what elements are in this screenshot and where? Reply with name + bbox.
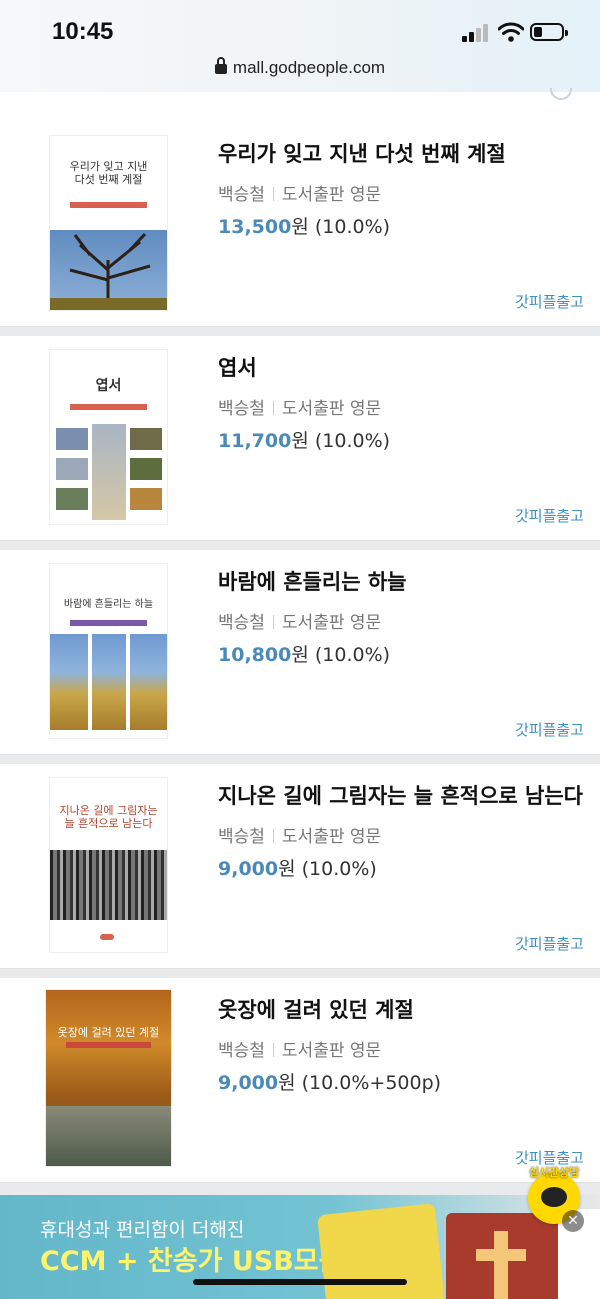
cover-title-text: 우리가 잊고 지낸 다섯 번째 계절 <box>69 160 148 186</box>
browser-top-bar: 10:45 mall.godpeople.com <box>0 0 600 93</box>
discount-rate: (10.0%) <box>301 858 377 880</box>
product-cover-image[interactable]: 지나온 길에 그림자는 늘 흔적으로 남는다 <box>50 778 167 952</box>
product-price: 13,500원 (10.0%) <box>218 212 390 239</box>
list-top-edge <box>0 88 600 123</box>
scroll-top-button-peek[interactable] <box>550 88 572 100</box>
product-meta: 백승철 도서출판 영문 <box>218 608 381 633</box>
product-author: 백승철 <box>218 399 265 419</box>
banner-product-image <box>446 1213 558 1299</box>
product-publisher: 도서출판 영문 <box>281 399 382 419</box>
discount-rate: (10.0%) <box>314 644 391 666</box>
product-item[interactable]: 옷장에 걸려 있던 계절 옷장에 걸려 있던 계절 백승철 도서출판 영문 9,0… <box>0 978 600 1183</box>
lock-icon <box>214 57 227 74</box>
cover-title-text: 바람에 흔들리는 하늘 <box>63 599 154 610</box>
product-author: 백승철 <box>218 185 265 205</box>
product-title[interactable]: 옷장에 걸려 있던 계절 <box>218 994 414 1024</box>
product-publisher: 도서출판 영문 <box>281 185 382 205</box>
product-meta: 백승철 도서출판 영문 <box>218 822 381 847</box>
product-cover-image[interactable]: 우리가 잊고 지낸 다섯 번째 계절 <box>50 136 167 310</box>
divider <box>272 829 274 843</box>
price-currency: 원 <box>291 644 309 666</box>
product-author: 백승철 <box>218 613 265 633</box>
banner-line-2: CCM + 찬송가 USB모음 <box>40 1246 344 1277</box>
shipping-badge: 갓피플출고 <box>514 721 584 739</box>
shipping-badge: 갓피플출고 <box>514 293 584 311</box>
shipping-badge: 갓피플출고 <box>514 507 584 525</box>
cellular-signal-icon <box>462 24 492 42</box>
product-item[interactable]: 엽서 엽서 백승철 도서출판 영문 11,700원 (10.0%) 갓피플출고 <box>0 336 600 541</box>
wifi-icon <box>498 22 524 42</box>
price-value: 10,800 <box>218 644 292 666</box>
close-banner-icon[interactable]: ✕ <box>562 1210 584 1232</box>
product-meta: 백승철 도서출판 영문 <box>218 394 381 419</box>
price-value: 11,700 <box>218 430 292 452</box>
product-title[interactable]: 지나온 길에 그림자는 늘 흔적으로 남는다 <box>218 780 583 810</box>
product-title[interactable]: 바람에 흔들리는 하늘 <box>218 566 407 596</box>
product-price: 9,000원 (10.0%+500p) <box>218 1068 441 1095</box>
price-value: 13,500 <box>218 216 292 238</box>
divider <box>272 187 274 201</box>
price-value: 9,000 <box>218 858 279 880</box>
status-time: 10:45 <box>52 18 114 45</box>
product-meta: 백승철 도서출판 영문 <box>218 180 381 205</box>
divider <box>272 401 274 415</box>
product-item[interactable]: 우리가 잊고 지낸 다섯 번째 계절 우리가 잊고 지낸 다섯 번째 계절 백승… <box>0 122 600 327</box>
divider <box>272 1043 274 1057</box>
product-cover-image[interactable]: 옷장에 걸려 있던 계절 <box>46 990 171 1166</box>
product-meta: 백승철 도서출판 영문 <box>218 1036 381 1061</box>
cover-title-text: 지나온 길에 그림자는 늘 흔적으로 남는다 <box>59 804 158 830</box>
product-author: 백승철 <box>218 827 265 847</box>
product-author: 백승철 <box>218 1041 265 1061</box>
price-currency: 원 <box>278 858 296 880</box>
banner-line-1: 휴대성과 편리함이 더해진 <box>40 1219 245 1241</box>
product-cover-image[interactable]: 엽서 <box>50 350 167 524</box>
shipping-badge: 갓피플출고 <box>514 935 584 953</box>
discount-rate: (10.0%+500p) <box>301 1072 442 1094</box>
product-price: 10,800원 (10.0%) <box>218 640 390 667</box>
product-publisher: 도서출판 영문 <box>281 613 382 633</box>
cover-title-text: 옷장에 걸려 있던 계절 <box>57 1026 160 1039</box>
product-price: 11,700원 (10.0%) <box>218 426 390 453</box>
live-chat-label: 실시간상담 <box>528 1166 580 1179</box>
price-currency: 원 <box>291 216 309 238</box>
price-value: 9,000 <box>218 1072 279 1094</box>
product-publisher: 도서출판 영문 <box>281 827 382 847</box>
discount-rate: (10.0%) <box>314 430 391 452</box>
price-currency: 원 <box>278 1072 296 1094</box>
product-list: 우리가 잊고 지낸 다섯 번째 계절 우리가 잊고 지낸 다섯 번째 계절 백승… <box>0 122 600 1192</box>
product-price: 9,000원 (10.0%) <box>218 854 377 881</box>
discount-rate: (10.0%) <box>314 216 391 238</box>
product-title[interactable]: 엽서 <box>218 352 257 382</box>
cover-title-text: 엽서 <box>95 378 122 394</box>
address-bar[interactable]: mall.godpeople.com <box>0 57 600 78</box>
price-currency: 원 <box>291 430 309 452</box>
url-text: mall.godpeople.com <box>232 58 386 77</box>
battery-icon <box>530 23 568 41</box>
chat-bubble-icon <box>541 1187 567 1207</box>
divider <box>272 615 274 629</box>
product-item[interactable]: 지나온 길에 그림자는 늘 흔적으로 남는다 지나온 길에 그림자는 늘 흔적으… <box>0 764 600 969</box>
product-cover-image[interactable]: 바람에 흔들리는 하늘 <box>50 564 167 738</box>
product-item[interactable]: 바람에 흔들리는 하늘 바람에 흔들리는 하늘 백승철 도서출판 영문 10,80… <box>0 550 600 755</box>
product-publisher: 도서출판 영문 <box>281 1041 382 1061</box>
product-title[interactable]: 우리가 잊고 지낸 다섯 번째 계절 <box>218 138 506 168</box>
home-indicator[interactable] <box>193 1279 407 1285</box>
